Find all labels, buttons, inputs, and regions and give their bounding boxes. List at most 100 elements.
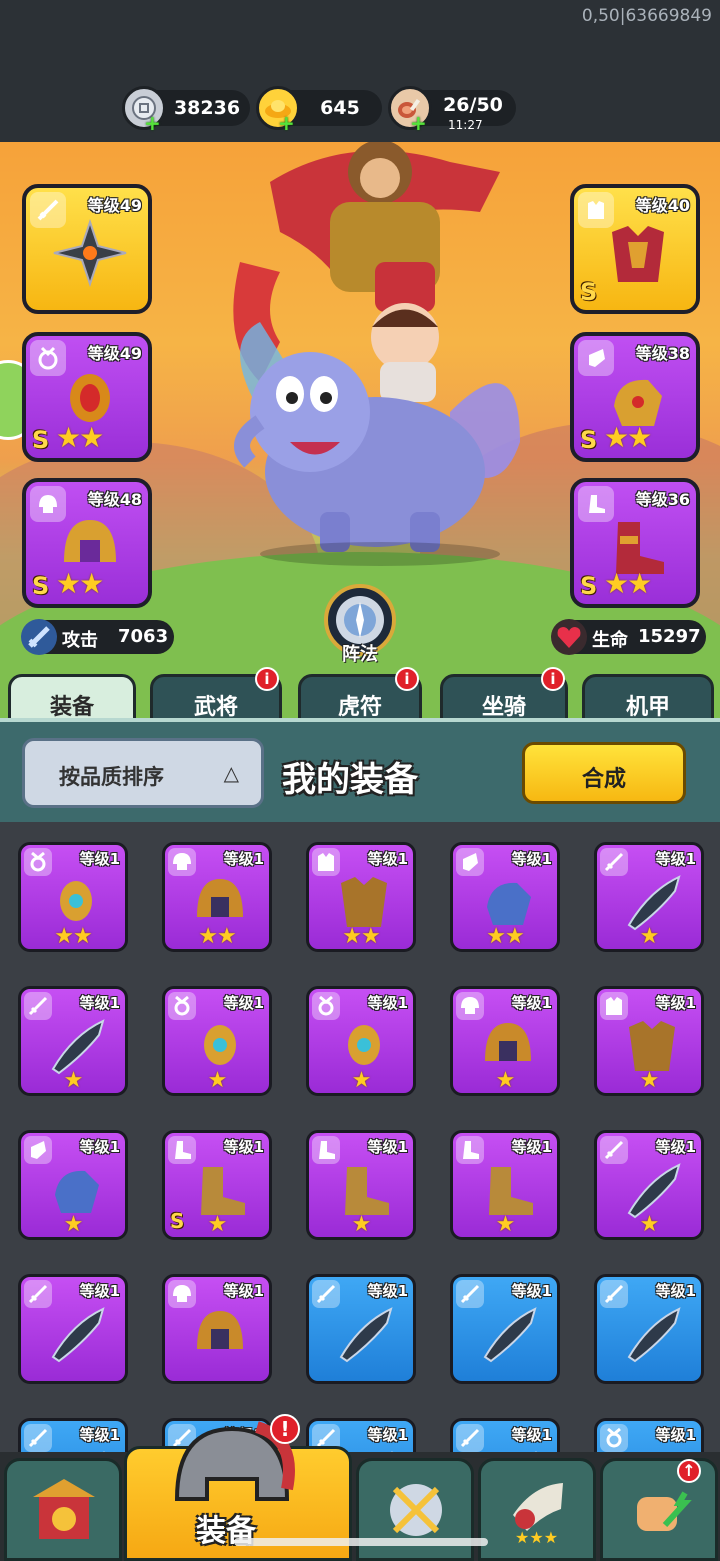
home-indicator[interactable] (234, 1538, 488, 1546)
item-level: 等级1 (367, 850, 408, 868)
item-level: 等级1 (511, 1426, 552, 1444)
item-level: 等级1 (655, 1138, 696, 1156)
boots-icon (489, 1167, 533, 1215)
add-silver-icon[interactable]: + (144, 113, 161, 133)
inventory-item[interactable]: 等级1 S ★ (162, 1130, 272, 1240)
tab-mounts[interactable]: 坐骑 i (440, 667, 568, 724)
medal-icon (204, 1025, 236, 1065)
inventory-item[interactable]: 等级1 ★★ (306, 842, 416, 952)
equip-slot-helmet[interactable]: 等级48 S ★★ (22, 478, 152, 608)
upgrade-arrow-icon: ↑ (677, 1459, 701, 1483)
gauntlet-icon (487, 882, 531, 925)
inventory-grid: 等级1 ★★ 等级1 ★★ 等级1 ★★ 等级1 ★★ 等级1 ★ 等级1 ★ 等级1 ★ 等级1 ★ 等级1 ★… (0, 822, 720, 1561)
item-level: 等级1 (79, 1426, 120, 1444)
inventory-item[interactable]: 等级1 (594, 1274, 704, 1384)
silver-resource[interactable]: 38236 + (122, 86, 250, 133)
equip-slot-weapon[interactable]: 等级49 (22, 184, 152, 314)
inventory-item[interactable]: 等级1 ★ (18, 986, 128, 1096)
star-rating: ★★ (56, 421, 104, 454)
equip-level: 等级49 (87, 344, 142, 363)
gold-value: 645 (320, 97, 360, 119)
attack-label: 攻击 (62, 630, 98, 651)
hp-label: 生命 (592, 630, 628, 651)
grade-badge: S (32, 572, 50, 600)
inventory-item[interactable]: 等级1 ★ (594, 986, 704, 1096)
sword-icon (21, 619, 57, 655)
inventory-item[interactable]: 等级1 (306, 1274, 416, 1384)
compose-button[interactable]: 合成 (522, 742, 686, 804)
heart-icon (551, 619, 587, 655)
equip-slot-armor[interactable]: 等级40 S (570, 184, 700, 314)
inventory-item[interactable]: 等级1 ★ (594, 842, 704, 952)
nav-city-button[interactable] (4, 1458, 122, 1561)
equip-level: 等级48 (87, 490, 142, 509)
tab-tiger-tally[interactable]: 虎符 i (298, 667, 422, 724)
tab-generals[interactable]: 武将 i (150, 667, 282, 724)
equip-level: 等级40 (635, 196, 690, 215)
tab-mecha[interactable]: 机甲 (582, 674, 714, 724)
star-rating: ★ (639, 1212, 660, 1237)
item-level: 等级1 (223, 994, 264, 1012)
star-rating: ★★ (56, 567, 104, 600)
inventory-item[interactable]: 等级1 ★ (450, 1130, 560, 1240)
weapon-icon (51, 1307, 105, 1363)
shuriken-icon (53, 218, 127, 288)
formation-label: 阵法 (342, 644, 378, 665)
equip-level: 等级49 (87, 196, 142, 215)
stamina-resource[interactable]: 26/50 11:27 + (388, 86, 516, 133)
item-level: 等级1 (223, 1138, 264, 1156)
svg-text:★★★: ★★★ (515, 1528, 558, 1545)
inventory-item[interactable]: 等级1 ★ (18, 1130, 128, 1240)
sort-by-quality-dropdown[interactable]: 按品质排序 △ (22, 738, 264, 808)
alert-icon: ! (270, 1414, 300, 1444)
grade-badge: S (32, 426, 50, 454)
tab-label: 机甲 (625, 695, 670, 720)
tab-equipment[interactable]: 装备 (8, 674, 136, 724)
inventory-item[interactable]: 等级1 (450, 1274, 560, 1384)
inventory-item[interactable]: 等级1 ★★ (18, 842, 128, 952)
inventory-item[interactable]: 等级1 (162, 1274, 272, 1384)
inventory-item[interactable]: 等级1 ★★ (450, 842, 560, 952)
star-rating: ★ (639, 924, 660, 949)
inventory-item[interactable]: 等级1 ★ (162, 986, 272, 1096)
nav-upgrade-button[interactable]: ↑ (600, 1458, 718, 1561)
add-stamina-icon[interactable]: + (410, 113, 427, 133)
notification-badge: i (255, 667, 279, 691)
grade-badge: S (580, 278, 598, 306)
inventory-item[interactable]: 等级1 ★ (450, 986, 560, 1096)
inventory-item[interactable]: 等级1 ★ (306, 986, 416, 1096)
item-level: 等级1 (655, 1282, 696, 1300)
medal-icon (348, 1025, 380, 1065)
hero-on-mount-illustration[interactable] (200, 142, 560, 572)
item-level: 等级1 (79, 994, 120, 1012)
star-rating: ★★ (604, 421, 652, 454)
crossed-swords-icon (390, 1484, 442, 1536)
add-gold-icon[interactable]: + (278, 113, 295, 133)
attack-value: 7063 (118, 626, 169, 647)
gold-resource[interactable]: 645 + (256, 86, 382, 133)
item-level: 等级1 (367, 1138, 408, 1156)
equip-level: 等级38 (635, 344, 690, 363)
nav-horn-button[interactable]: ★★★ (478, 1458, 596, 1561)
item-level: 等级1 (223, 1282, 264, 1300)
weapon-icon (627, 1307, 681, 1363)
boots-icon (345, 1167, 389, 1215)
equip-slot-gauntlet[interactable]: 等级38 S ★★ (570, 332, 700, 462)
item-level: 等级1 (223, 850, 264, 868)
helmet-icon (197, 1311, 243, 1349)
star-rating: ★ (351, 1212, 372, 1237)
equip-slot-boots[interactable]: 等级36 S ★★ (570, 478, 700, 608)
item-level: 等级1 (511, 850, 552, 868)
inventory-item[interactable]: 等级1 (18, 1274, 128, 1384)
weapon-icon (627, 1163, 681, 1219)
star-rating: ★ (495, 1212, 516, 1237)
inventory-item[interactable]: 等级1 ★ (306, 1130, 416, 1240)
inventory-item[interactable]: 等级1 ★ (594, 1130, 704, 1240)
item-level: 等级1 (79, 1138, 120, 1156)
equip-slot-medal[interactable]: 等级49 S ★★ (22, 332, 152, 462)
item-level: 等级1 (655, 850, 696, 868)
city-gate-icon (33, 1479, 95, 1539)
gauntlet-icon (55, 1170, 99, 1213)
star-rating: ★ (207, 1212, 228, 1237)
inventory-item[interactable]: 等级1 ★★ (162, 842, 272, 952)
